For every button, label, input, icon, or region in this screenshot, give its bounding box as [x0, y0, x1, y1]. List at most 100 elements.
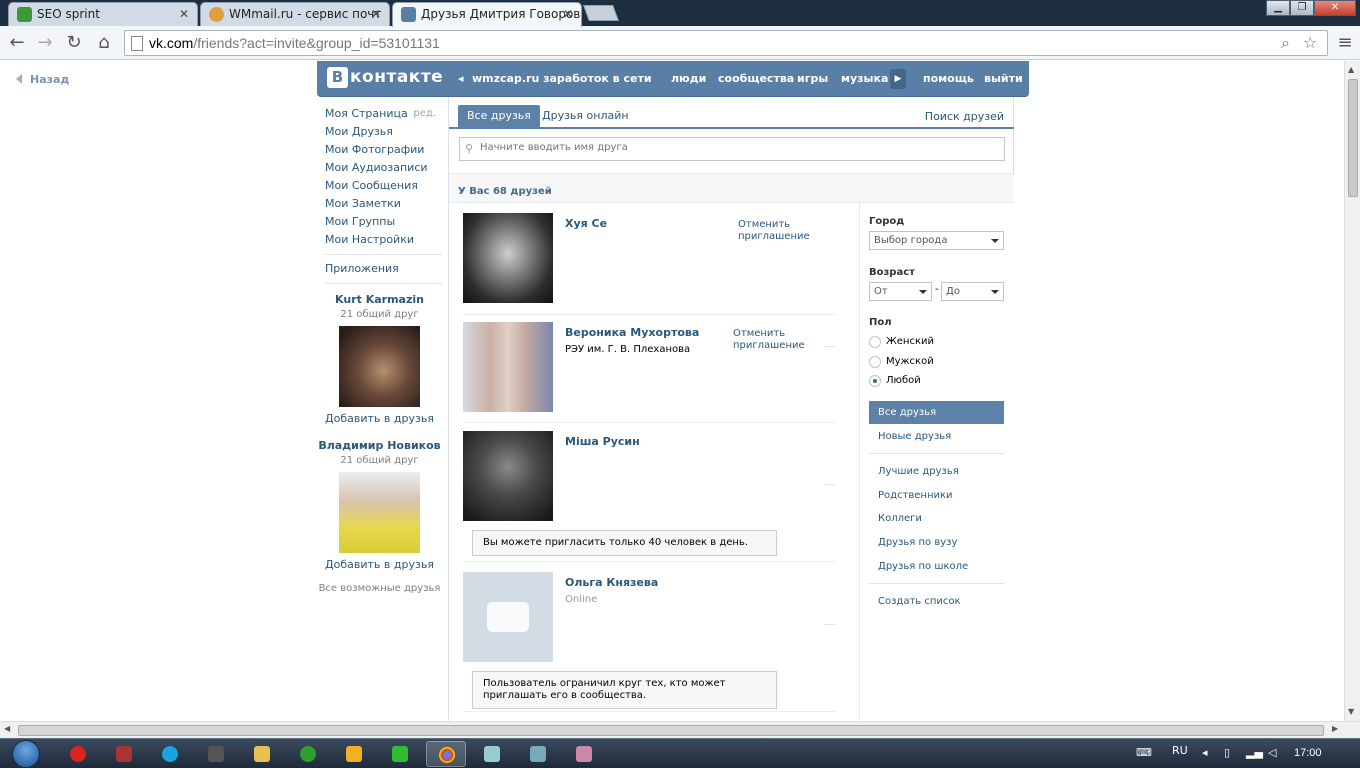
- menu-my-photos[interactable]: Мои Фотографии: [317, 141, 442, 159]
- suggestion-photo[interactable]: [339, 472, 420, 553]
- tab-vk-friends[interactable]: Друзья Дмитрия Говоров ✕: [392, 2, 582, 27]
- taskbar-app[interactable]: [564, 741, 604, 767]
- taskbar-app[interactable]: [472, 741, 512, 767]
- close-tab-icon[interactable]: ✕: [179, 3, 189, 25]
- scroll-left-arrow-icon[interactable]: ◀: [4, 724, 10, 733]
- search-icon[interactable]: ⌕: [1281, 33, 1290, 53]
- sex-radio-male[interactable]: Мужской: [869, 355, 934, 369]
- friend-search-input[interactable]: [480, 142, 980, 153]
- section-university-friends[interactable]: Друзья по вузу: [869, 531, 1004, 554]
- friend-name[interactable]: Хуя Се: [565, 217, 607, 230]
- section-best-friends[interactable]: Лучшие друзья: [869, 460, 1004, 483]
- menu-apps[interactable]: Приложения: [317, 260, 442, 278]
- suggestion-photo[interactable]: [339, 326, 420, 407]
- city-select[interactable]: Выбор города: [869, 231, 1004, 250]
- cancel-invite-link[interactable]: Отменить приглашение: [738, 219, 828, 243]
- all-possible-friends-link[interactable]: Все возможные друзья: [317, 583, 442, 594]
- tab-friends-online[interactable]: Друзья онлайн: [533, 105, 638, 127]
- tab-wmmail[interactable]: WMmail.ru - сервис почт ✕: [200, 2, 390, 26]
- taskbar-app[interactable]: [518, 741, 558, 767]
- menu-my-audio[interactable]: Мои Аудиозаписи: [317, 159, 442, 177]
- section-relatives[interactable]: Родственники: [869, 484, 1004, 507]
- cancel-invite-link[interactable]: Отменить приглашение: [733, 328, 823, 352]
- nav-music[interactable]: музыка: [841, 72, 888, 85]
- vk-logo[interactable]: Вконтакте: [327, 67, 443, 89]
- vertical-scroll-thumb[interactable]: [1348, 79, 1358, 197]
- menu-my-settings[interactable]: Мои Настройки: [317, 231, 442, 249]
- menu-my-messages[interactable]: Мои Сообщения: [317, 177, 442, 195]
- taskbar-app[interactable]: [242, 741, 282, 767]
- nav-communities[interactable]: сообщества: [718, 72, 794, 85]
- reload-icon[interactable]: ↻: [63, 32, 85, 54]
- suggestion-name[interactable]: Kurt Karmazin: [317, 293, 442, 306]
- menu-my-friends[interactable]: Мои Друзья: [317, 123, 442, 141]
- scroll-right-arrow-icon[interactable]: ▶: [1332, 724, 1338, 733]
- nav-next-arrow-icon[interactable]: ▶: [890, 69, 906, 89]
- home-icon[interactable]: ⌂: [93, 32, 115, 54]
- address-bar[interactable]: vk.com/friends?act=invite&group_id=53101…: [124, 30, 1328, 56]
- tab-seo-sprint[interactable]: SEO sprint ✕: [8, 2, 198, 26]
- ad-prev-arrow-icon[interactable]: ◂: [458, 72, 464, 85]
- taskbar-app-chrome[interactable]: [426, 741, 466, 767]
- taskbar-app[interactable]: [334, 741, 374, 767]
- power-icon[interactable]: ▯: [1224, 746, 1230, 759]
- add-friend-link[interactable]: Добавить в друзья: [317, 558, 442, 571]
- new-tab-button[interactable]: [583, 5, 619, 21]
- volume-icon[interactable]: ◁: [1268, 746, 1276, 759]
- taskbar-app[interactable]: [380, 741, 420, 767]
- minimize-button[interactable]: ▁: [1266, 0, 1290, 16]
- tray-expand-arrow-icon[interactable]: ◂: [1202, 746, 1208, 759]
- horizontal-scrollbar[interactable]: ◀ ▶: [0, 721, 1360, 738]
- keyboard-layout-icon[interactable]: ⌨: [1136, 746, 1152, 759]
- taskbar-app[interactable]: [58, 741, 98, 767]
- horizontal-scroll-thumb[interactable]: [18, 725, 1324, 736]
- star-bookmark-icon[interactable]: ☆: [1303, 33, 1317, 52]
- language-indicator[interactable]: RU: [1172, 744, 1188, 757]
- close-tab-icon[interactable]: ✕: [563, 3, 573, 25]
- add-friend-link[interactable]: Добавить в друзья: [317, 412, 442, 425]
- nav-help[interactable]: помощь: [923, 72, 974, 85]
- friend-name[interactable]: Ольга Князева: [565, 576, 658, 589]
- close-tab-icon[interactable]: ✕: [371, 3, 381, 25]
- tab-all-friends[interactable]: Все друзья: [458, 105, 540, 127]
- friend-name[interactable]: Міша Русин: [565, 435, 640, 448]
- section-all-friends[interactable]: Все друзья: [869, 401, 1004, 424]
- radio-circle-selected[interactable]: [869, 375, 881, 387]
- window-close-button[interactable]: ✕: [1314, 0, 1356, 16]
- section-school-friends[interactable]: Друзья по школе: [869, 555, 1004, 578]
- vertical-scrollbar[interactable]: ▲ ▼: [1344, 61, 1360, 721]
- suggestion-name[interactable]: Владимир Новиков: [317, 439, 442, 452]
- taskbar-app[interactable]: [288, 741, 328, 767]
- taskbar-app[interactable]: [104, 741, 144, 767]
- friend-photo[interactable]: [463, 322, 553, 412]
- nav-logout[interactable]: выйти: [984, 72, 1023, 85]
- friend-name[interactable]: Вероника Мухортова: [565, 326, 699, 339]
- taskbar-app[interactable]: [150, 741, 190, 767]
- edit-link[interactable]: ред.: [413, 105, 436, 123]
- section-colleagues[interactable]: Коллеги: [869, 507, 1004, 530]
- scroll-up-arrow-icon[interactable]: ▲: [1348, 65, 1354, 74]
- friend-photo-placeholder[interactable]: [463, 572, 553, 662]
- friend-search-field[interactable]: ⚲: [459, 137, 1005, 161]
- maximize-button[interactable]: ❐: [1290, 0, 1314, 16]
- menu-my-page[interactable]: Моя Страница ред.: [317, 105, 442, 123]
- forward-arrow-icon[interactable]: →: [34, 32, 56, 54]
- menu-my-notes[interactable]: Мои Заметки: [317, 195, 442, 213]
- menu-my-groups[interactable]: Мои Группы: [317, 213, 442, 231]
- sex-radio-any[interactable]: Любой: [869, 374, 921, 388]
- network-signal-icon[interactable]: ▂▄: [1246, 746, 1263, 759]
- scroll-down-arrow-icon[interactable]: ▼: [1348, 707, 1354, 716]
- friend-photo[interactable]: [463, 213, 553, 303]
- age-from-select[interactable]: От: [869, 282, 932, 301]
- start-button[interactable]: [6, 739, 46, 769]
- age-to-select[interactable]: До: [941, 282, 1004, 301]
- radio-circle[interactable]: [869, 336, 881, 348]
- section-new-friends[interactable]: Новые друзья: [869, 425, 1004, 448]
- nav-games[interactable]: игры: [797, 72, 828, 85]
- sex-radio-female[interactable]: Женский: [869, 335, 934, 349]
- create-list-link[interactable]: Создать список: [869, 590, 1004, 613]
- header-ad-link[interactable]: wmzcap.ru заработок в сети инте...: [472, 72, 652, 85]
- friend-photo[interactable]: [463, 431, 553, 521]
- back-arrow-icon[interactable]: ←: [6, 32, 28, 54]
- clock[interactable]: 17:00: [1294, 747, 1322, 759]
